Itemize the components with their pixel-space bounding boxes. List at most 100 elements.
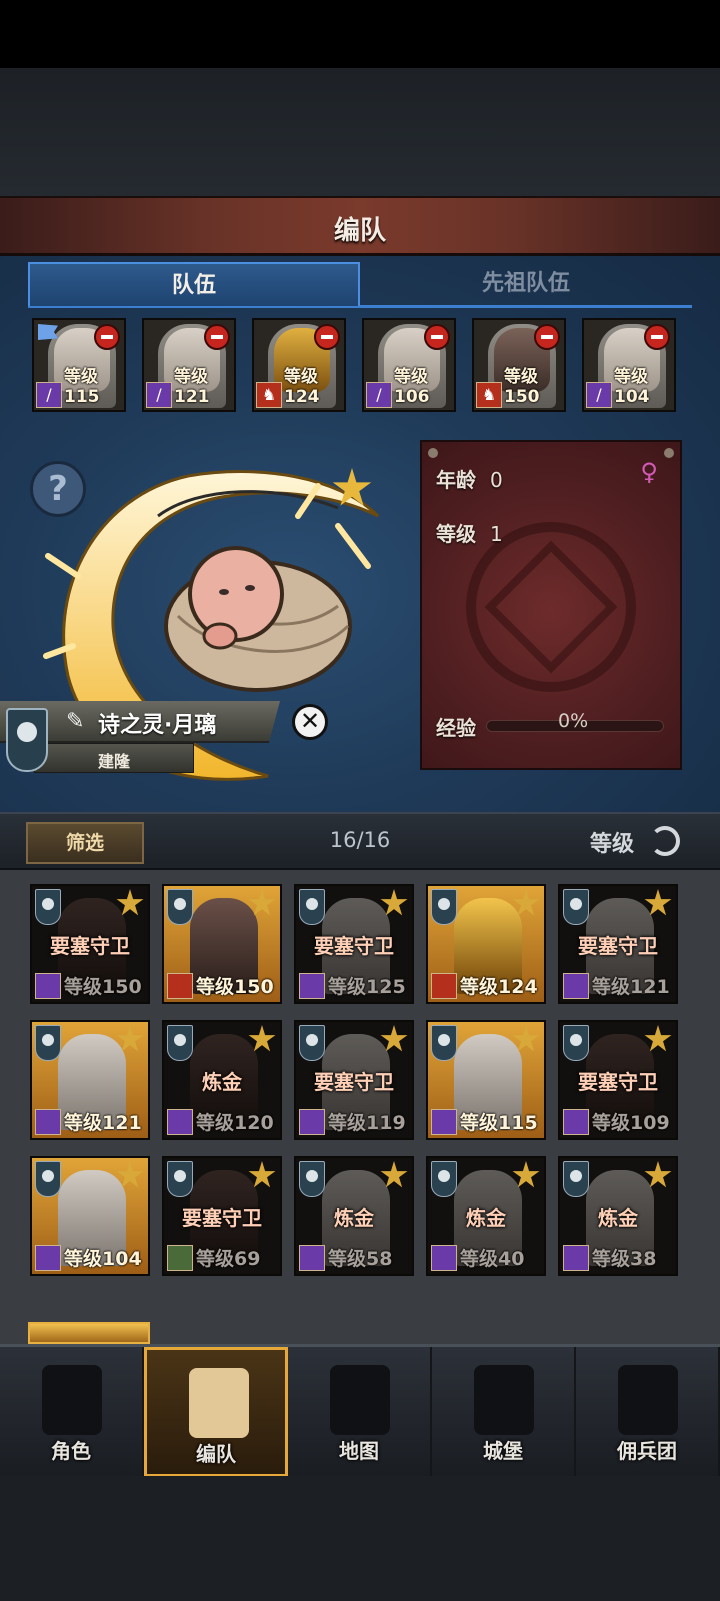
close-button[interactable]: ✕: [292, 704, 328, 740]
roster-count: 16/16: [329, 828, 391, 852]
job-label: 要塞守卫: [314, 934, 394, 958]
remove-member-icon[interactable]: [204, 324, 230, 350]
team-member-slot[interactable]: / 等级121: [142, 318, 236, 412]
filter-bar: 筛选 16/16 等级: [0, 812, 720, 870]
class-icon: [167, 1109, 193, 1135]
member-level: 等级104: [614, 367, 650, 407]
team-member-slot[interactable]: ♞ 等级124: [252, 318, 346, 412]
horse-icon: ♞: [256, 382, 282, 408]
game-screen: 编队 队伍 先祖队伍 / 等级115/等级121 ♞ 等级124/等级106 ♞ 等级15…: [0, 0, 720, 1601]
house-shield-icon: [431, 889, 457, 925]
sort-refresh-icon[interactable]: [650, 826, 680, 856]
remove-member-icon[interactable]: [94, 324, 120, 350]
staff-icon: /: [146, 382, 172, 408]
job-label: 要塞守卫: [578, 1070, 658, 1094]
house-shield-icon: [35, 1161, 61, 1197]
house-name: 建隆: [97, 752, 130, 771]
level-label: 等级: [436, 522, 476, 546]
hero-level: 等级104: [64, 1248, 142, 1270]
nav-label: 城堡: [483, 1439, 523, 1463]
nav-label: 角色: [51, 1439, 91, 1463]
house-shield-icon: [299, 1161, 325, 1197]
tab-ancestor-team[interactable]: 先祖队伍: [360, 262, 692, 306]
roster-card[interactable]: 要塞守卫 等级109: [558, 1020, 678, 1140]
house-shield-icon: [167, 1025, 193, 1061]
bottom-nav: 角色 编队 地图 城堡 佣兵团: [0, 1344, 720, 1477]
remove-member-icon[interactable]: [424, 324, 450, 350]
bolt: [664, 448, 674, 458]
exp-label: 经验: [436, 716, 476, 740]
roster-card[interactable]: 要塞守卫等级150: [30, 884, 150, 1004]
roster-card[interactable]: 炼金 等级38: [558, 1156, 678, 1276]
team-member-slot[interactable]: ♞ 等级150: [472, 318, 566, 412]
nav-label: 佣兵团: [617, 1439, 677, 1463]
house-shield-icon: [35, 1025, 61, 1061]
team-member-slot[interactable]: / 等级115: [32, 318, 126, 412]
house-shield-icon: [35, 889, 61, 925]
roster-card[interactable]: 炼金等级58: [294, 1156, 414, 1276]
nav-item[interactable]: 地图: [288, 1347, 432, 1477]
class-icon: [299, 1245, 325, 1271]
tab-bar: 队伍 先祖队伍: [28, 262, 692, 308]
roster-grid: 要塞守卫 等级150 等级150 要塞守卫 等级125 等级124 要塞守卫 等级121 等级1…: [0, 870, 720, 1350]
help-button[interactable]: ?: [30, 461, 86, 517]
remove-member-icon[interactable]: [644, 324, 670, 350]
roster-card[interactable]: 等级150: [162, 884, 282, 1004]
class-icon: [35, 973, 61, 999]
hero-level: 等级40: [460, 1248, 525, 1270]
hero-level: 等级150: [64, 976, 142, 998]
roster-card[interactable]: 炼金等级120: [162, 1020, 282, 1140]
compass-icon: [330, 1365, 390, 1435]
nav-item[interactable]: 角色: [0, 1347, 144, 1477]
roster-card[interactable]: 等级115: [426, 1020, 546, 1140]
roster-card[interactable]: 等级121: [30, 1020, 150, 1140]
roster-card[interactable]: 要塞守卫 等级119: [294, 1020, 414, 1140]
nav-item[interactable]: 编队: [144, 1347, 288, 1477]
nav-item[interactable]: 城堡: [432, 1347, 576, 1477]
helmet-icon: [189, 1368, 249, 1438]
roster-card-partial[interactable]: [28, 1322, 150, 1344]
rename-pencil-icon[interactable]: ✎: [66, 709, 92, 735]
bottom-band: [0, 1476, 720, 1601]
house-shield-icon: [6, 708, 48, 772]
roster-card[interactable]: 等级124: [426, 884, 546, 1004]
roster-card[interactable]: 炼金 等级40: [426, 1156, 546, 1276]
nav-item[interactable]: 佣兵团: [576, 1347, 720, 1477]
hero-level: 等级58: [328, 1248, 393, 1270]
filter-button[interactable]: 筛选: [26, 822, 144, 864]
bolt: [428, 448, 438, 458]
roster-card[interactable]: 要塞守卫 等级125: [294, 884, 414, 1004]
remove-member-icon[interactable]: [534, 324, 560, 350]
nav-label: 编队: [196, 1442, 236, 1466]
job-label: 要塞守卫: [182, 1206, 262, 1230]
remove-member-icon[interactable]: [314, 324, 340, 350]
house-shield-icon: [563, 1161, 589, 1197]
member-level: 等级121: [174, 367, 210, 407]
job-label: 要塞守卫: [50, 934, 130, 958]
class-icon: [431, 1109, 457, 1135]
house-shield-icon: [563, 889, 589, 925]
house-shield-icon: [563, 1025, 589, 1061]
team-member-slot[interactable]: / 等级106: [362, 318, 456, 412]
roster-card[interactable]: 要塞守卫 等级121: [558, 884, 678, 1004]
sort-label[interactable]: 等级: [590, 826, 634, 858]
hero-level: 等级124: [460, 976, 538, 998]
knight-icon: [42, 1365, 102, 1435]
house-shield-icon: [299, 889, 325, 925]
house-shield-icon: [431, 1025, 457, 1061]
class-icon: [35, 1245, 61, 1271]
house-shield-icon: [299, 1025, 325, 1061]
formation-panel: 队伍 先祖队伍 / 等级115/等级121 ♞ 等级124/等级106 ♞ 等级150/等…: [0, 256, 720, 812]
roster-card[interactable]: 要塞守卫 等级69: [162, 1156, 282, 1276]
staff-icon: /: [36, 382, 62, 408]
class-icon: [299, 973, 325, 999]
job-label: 炼金: [334, 1206, 374, 1230]
roster-card[interactable]: 等级104: [30, 1156, 150, 1276]
job-label: 炼金: [202, 1070, 242, 1094]
tab-team[interactable]: 队伍: [28, 262, 360, 306]
hero-level: 等级38: [592, 1248, 657, 1270]
mercenary-icon: [618, 1365, 678, 1435]
member-level: 等级115: [64, 367, 100, 407]
team-member-slot[interactable]: / 等级104: [582, 318, 676, 412]
hero-level: 等级120: [196, 1112, 274, 1134]
